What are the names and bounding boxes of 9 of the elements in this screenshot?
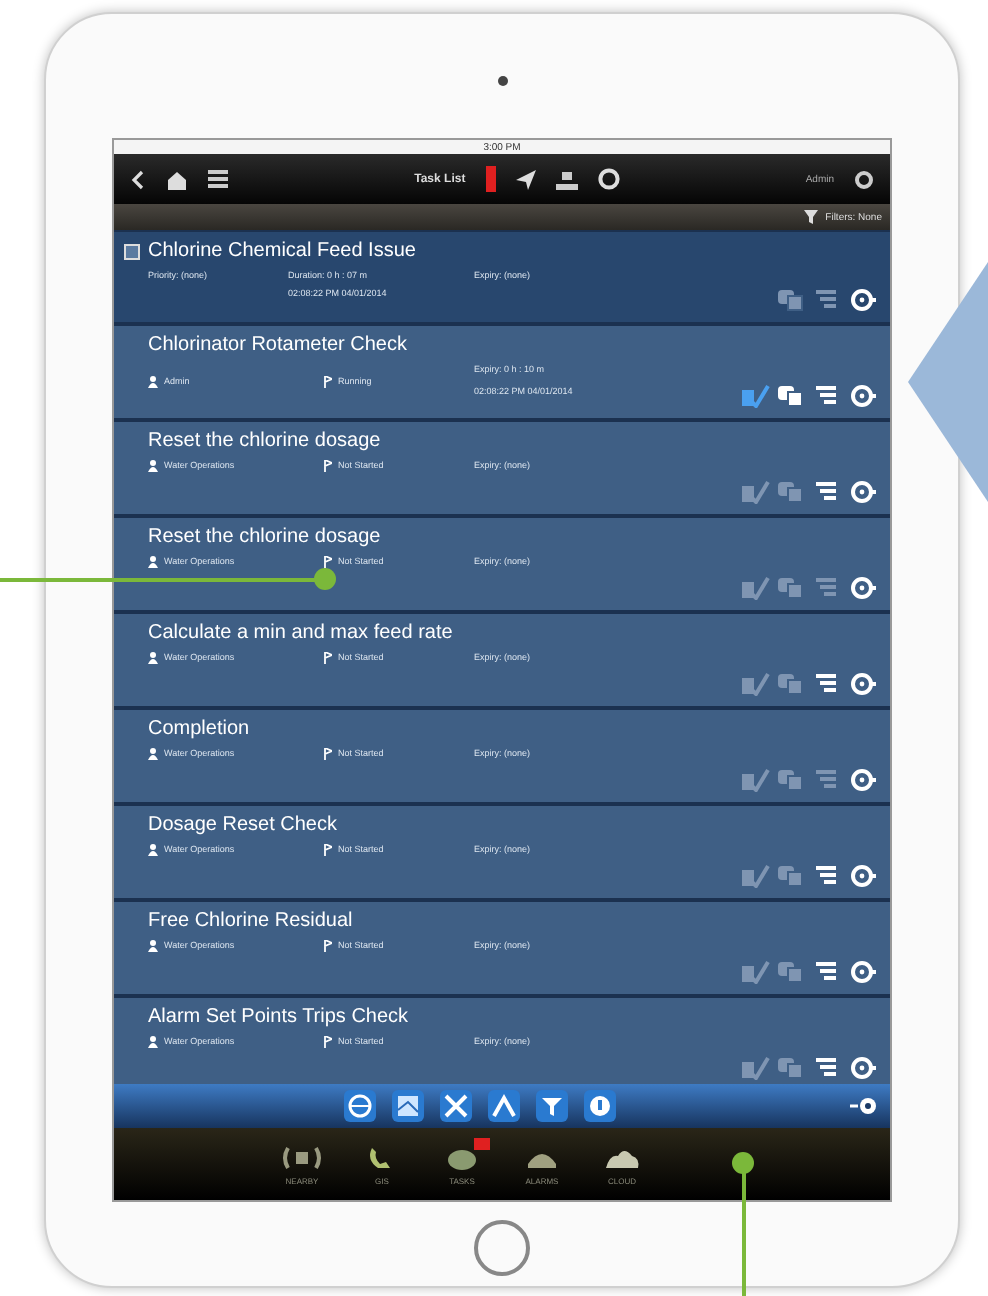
task-title: Free Chlorine Residual: [148, 908, 355, 934]
task-title: Reset the chlorine dosage: [148, 428, 383, 454]
task-title: Calculate a min and max feed rate: [148, 620, 455, 646]
task-title: Reset the chlorine dosage: [148, 524, 383, 550]
task-title: Dosage Reset Check: [148, 812, 339, 838]
task-title: Alarm Set Points Trips Check: [148, 1004, 411, 1030]
task-title: Completion: [148, 716, 252, 742]
task-group-title: Chlorine Chemical Feed Issue: [148, 238, 416, 264]
task-title: Chlorinator Rotameter Check: [148, 332, 409, 358]
